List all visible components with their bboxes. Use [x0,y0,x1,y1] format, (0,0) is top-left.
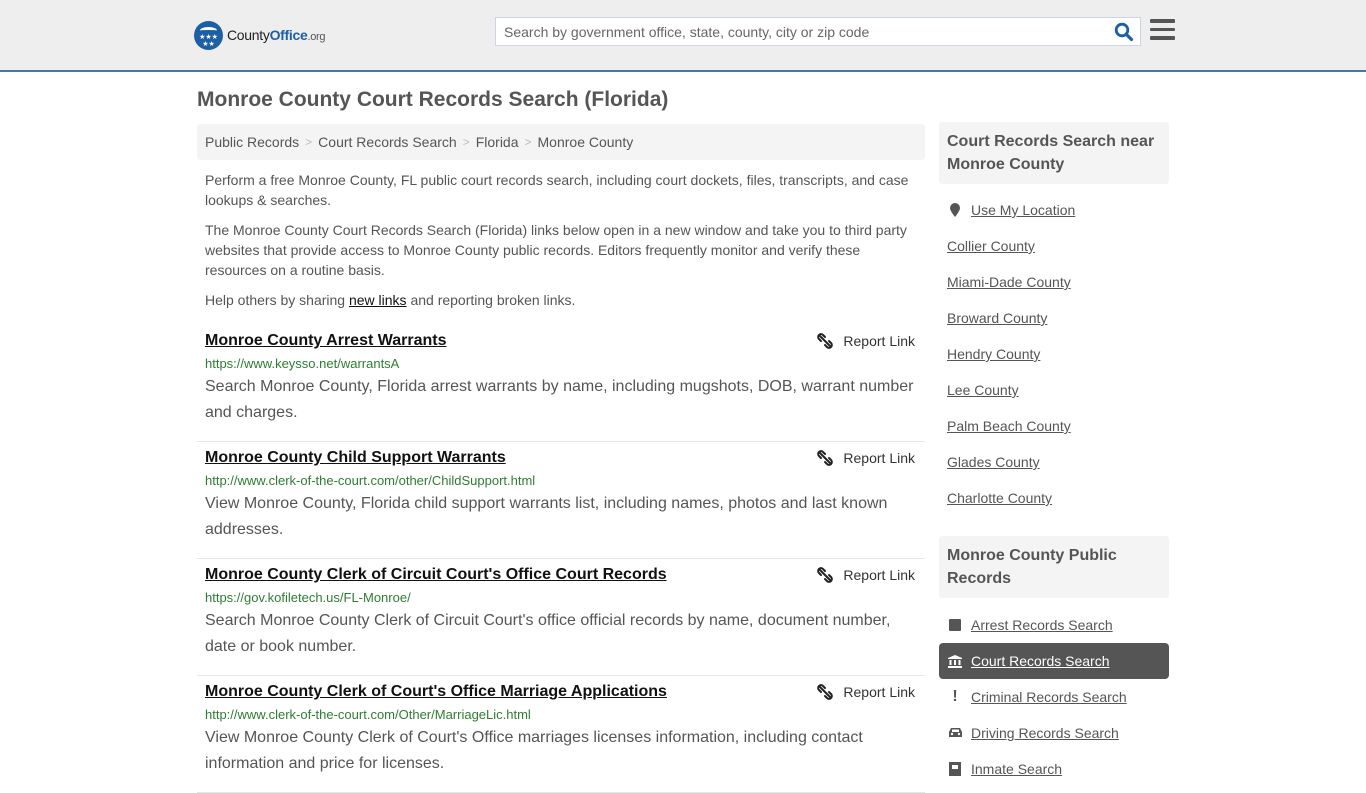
county-link[interactable]: Lee County [947,382,1019,398]
search-button[interactable] [1114,22,1134,42]
result-title-link[interactable]: Monroe County Arrest Warrants [205,331,917,351]
result-description: View Monroe County, Florida child suppor… [205,495,888,538]
nearby-county-item: Charlotte County [939,480,1169,516]
result-description: View Monroe County Clerk of Court's Offi… [205,729,863,772]
result-url: https://www.keysso.net/warrantsA [205,356,400,371]
nearby-county-item: Palm Beach County [939,408,1169,444]
broken-link-icon [817,450,834,466]
hamburger-menu-button[interactable] [1150,19,1175,41]
breadcrumb-separator: > [305,135,313,149]
broken-link-icon [817,567,834,583]
report-link-button[interactable]: Report Link [817,567,915,583]
county-link[interactable]: Palm Beach County [947,418,1071,434]
report-link-button[interactable]: Report Link [817,333,915,349]
hamburger-icon-bar [1150,36,1175,40]
sidebar-item-inmate-search[interactable]: Inmate Search [939,751,1169,787]
result-url: http://www.clerk-of-the-court.com/Other/… [205,707,531,722]
sidebar-item-arrest-records[interactable]: Arrest Records Search [939,607,1169,643]
search-icon [1114,22,1134,42]
hamburger-icon-bar [1150,19,1175,23]
breadcrumb-separator: > [462,135,470,149]
county-link[interactable]: Collier County [947,238,1035,254]
inmate-icon [947,762,963,776]
exclamation-icon: ! [952,688,958,705]
result-description: Search Monroe County Clerk of Circuit Co… [205,612,891,655]
result-title-link[interactable]: Monroe County Clerk of Court's Office Ma… [205,682,917,702]
nearby-county-item: Broward County [939,300,1169,336]
nearby-county-item: Hendry County [939,336,1169,372]
broken-link-icon [817,684,834,700]
county-link[interactable]: Charlotte County [947,490,1052,506]
results-list: Monroe County Arrest Warrants https://ww… [197,325,925,793]
breadcrumb-court-records-search[interactable]: Court Records Search [318,134,457,150]
result-title-link[interactable]: Monroe County Child Support Warrants [205,448,917,468]
sidebar-item-criminal-records[interactable]: ! Criminal Records Search [939,679,1169,715]
page-title: Monroe County Court Records Search (Flor… [197,88,669,111]
sidebar-public-records: Monroe County Public Records Arrest Reco… [939,536,1169,787]
breadcrumb-monroe-county[interactable]: Monroe County [538,134,634,150]
hamburger-icon-bar [1150,27,1175,31]
eagle-logo-icon: ★★★ ★★ [194,20,223,50]
result-description: Search Monroe County, Florida arrest war… [205,378,914,421]
logo-text: CountyOffice.org [227,27,326,43]
result-item: Monroe County Clerk of Circuit Court's O… [197,559,925,676]
sidebar-item-label[interactable]: Arrest Records Search [971,617,1113,633]
sidebar-nearby-heading: Court Records Search near Monroe County [939,122,1169,184]
sidebar-public-records-heading: Monroe County Public Records [939,536,1169,598]
use-my-location-link[interactable]: Use My Location [971,202,1075,218]
breadcrumb: Public Records > Court Records Search > … [197,124,925,160]
square-icon [947,619,963,631]
report-link-label: Report Link [843,333,915,349]
sidebar-item-court-records[interactable]: Court Records Search [939,643,1169,679]
car-icon [947,727,963,739]
use-my-location-item: Use My Location [939,192,1169,228]
sidebar-item-label[interactable]: Court Records Search [971,653,1110,669]
site-logo[interactable]: ★★★ ★★ CountyOffice.org [194,20,326,50]
intro-paragraph-sharing: Help others by sharing new links and rep… [205,292,576,308]
breadcrumb-public-records[interactable]: Public Records [205,134,299,150]
sidebar-nearby: Court Records Search near Monroe County … [939,122,1169,516]
public-records-list: Arrest Records Search Court Records Sear… [939,598,1169,787]
sidebar-item-label[interactable]: Driving Records Search [971,725,1119,741]
intro-paragraph: Perform a free Monroe County, FL public … [205,172,909,208]
nearby-counties-list: Use My Location Collier County Miami-Dad… [939,184,1169,516]
breadcrumb-separator: > [524,135,532,149]
nearby-county-item: Lee County [939,372,1169,408]
nearby-county-item: Glades County [939,444,1169,480]
new-links-link[interactable]: new links [349,292,407,308]
search-input[interactable] [496,18,1106,45]
broken-link-icon [817,333,834,349]
county-link[interactable]: Glades County [947,454,1040,470]
county-link[interactable]: Hendry County [947,346,1040,362]
intro-text: Perform a free Monroe County, FL public … [205,170,920,320]
nearby-county-item: Miami-Dade County [939,264,1169,300]
courthouse-icon [947,654,963,668]
site-header: ★★★ ★★ CountyOffice.org [0,0,1366,72]
result-url: http://www.clerk-of-the-court.com/other/… [205,473,536,488]
report-link-button[interactable]: Report Link [817,450,915,466]
intro-paragraph: The Monroe County Court Records Search (… [205,222,907,278]
search-bar [495,17,1141,46]
report-link-label: Report Link [843,567,915,583]
nearby-county-item: Collier County [939,228,1169,264]
breadcrumb-florida[interactable]: Florida [476,134,519,150]
report-link-label: Report Link [843,684,915,700]
sidebar-item-label[interactable]: Inmate Search [971,761,1062,777]
result-item: Monroe County Arrest Warrants https://ww… [197,325,925,442]
county-link[interactable]: Miami-Dade County [947,274,1071,290]
result-url: https://gov.kofiletech.us/FL-Monroe/ [205,590,411,605]
result-title-link[interactable]: Monroe County Clerk of Circuit Court's O… [205,565,917,585]
report-link-button[interactable]: Report Link [817,684,915,700]
result-item: Monroe County Clerk of Court's Office Ma… [197,676,925,793]
county-link[interactable]: Broward County [947,310,1047,326]
sidebar-item-driving-records[interactable]: Driving Records Search [939,715,1169,751]
sidebar-item-label[interactable]: Criminal Records Search [971,689,1127,705]
result-item: Monroe County Child Support Warrants htt… [197,442,925,559]
map-marker-icon [947,202,963,218]
report-link-label: Report Link [843,450,915,466]
